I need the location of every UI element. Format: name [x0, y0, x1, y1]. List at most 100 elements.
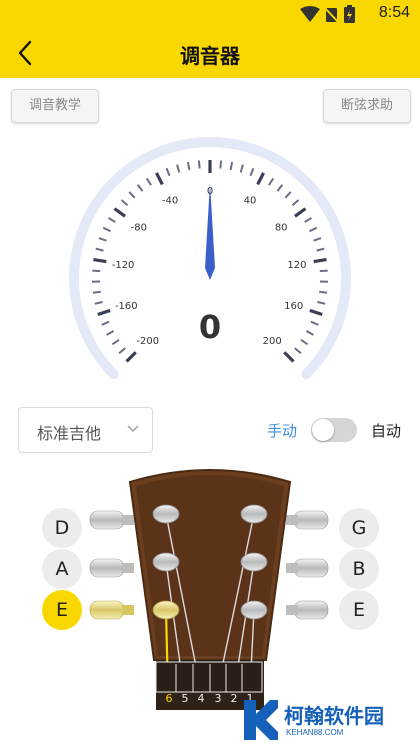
tuning-peg-d — [89, 510, 134, 530]
battery-icon — [344, 5, 355, 23]
gauge-minor-tick — [145, 177, 152, 186]
tuning-tutorial-button[interactable]: 调音教学 — [11, 89, 99, 123]
nut-number-4: 4 — [198, 692, 205, 705]
gauge-label: -160 — [115, 301, 138, 312]
gauge-minor-tick — [95, 247, 104, 252]
wifi-icon — [300, 6, 320, 22]
status-icons — [300, 5, 355, 24]
gauge-minor-tick — [107, 217, 116, 223]
watermark-url: KEHAN88.COM — [286, 728, 344, 737]
string-button-a[interactable]: A — [42, 549, 82, 589]
nut-number-6: 6 — [166, 692, 173, 705]
mode-auto-label[interactable]: 自动 — [371, 420, 401, 441]
gauge-minor-tick — [319, 269, 328, 273]
gauge-minor-tick — [165, 167, 171, 177]
gauge-minor-tick — [92, 290, 101, 294]
tuning-peg-a — [89, 558, 134, 578]
gauge-minor-tick — [310, 320, 319, 326]
tuning-peg-g — [286, 510, 329, 530]
gauge-major-tick — [283, 351, 295, 363]
gauge-minor-tick — [94, 301, 103, 305]
string-button-b[interactable]: B — [339, 549, 379, 589]
gauge-minor-tick — [316, 247, 325, 252]
gauge-minor-tick — [128, 191, 136, 199]
nut-number-2: 2 — [231, 692, 238, 705]
gauge-minor-tick — [317, 301, 326, 305]
toggle-knob — [312, 419, 334, 441]
gauge-label: 200 — [263, 336, 282, 347]
tuning-peg-b — [286, 558, 329, 578]
string-button-g[interactable]: G — [339, 508, 379, 548]
gauge-major-tick — [313, 257, 327, 264]
gauge-minor-tick — [120, 199, 129, 207]
gauge-major-tick — [93, 257, 107, 264]
auto-mode-toggle[interactable] — [311, 418, 357, 442]
gauge-minor-tick — [118, 347, 126, 354]
page-title: 调音器 — [180, 44, 240, 68]
mode-manual-label[interactable]: 手动 — [267, 420, 297, 441]
gauge-minor-tick — [111, 339, 120, 346]
gauge-label: 40 — [244, 196, 257, 207]
string-button-high-e[interactable]: E — [339, 590, 379, 630]
gauge-label: 120 — [287, 260, 306, 271]
broken-string-help-button[interactable]: 断弦求助 — [323, 89, 411, 123]
gauge-minor-tick — [239, 164, 244, 173]
chevron-down-icon — [127, 425, 139, 433]
tuning-select-value: 标准吉他 — [37, 424, 102, 443]
gauge-minor-tick — [304, 217, 313, 223]
gauge-label: -40 — [162, 196, 178, 207]
no-sim-icon — [323, 6, 340, 24]
gauge-minor-tick — [98, 237, 107, 242]
watermark-name: 柯翰软件园 — [284, 704, 384, 728]
gauge-minor-tick — [249, 167, 255, 177]
tuner-gauge: -200-160-120-80-4004080120160200 0 — [69, 137, 351, 380]
gauge-major-tick — [309, 308, 323, 316]
string-button-d[interactable]: D — [42, 508, 82, 548]
gauge-minor-tick — [219, 160, 223, 169]
gauge-minor-tick — [313, 237, 322, 242]
gauge-minor-tick — [309, 226, 318, 233]
gauge-label: 160 — [284, 301, 303, 312]
gauge-minor-tick — [300, 339, 309, 346]
gauge-minor-tick — [276, 184, 284, 192]
gauge-label: -80 — [131, 222, 147, 233]
nut-number-5: 5 — [182, 692, 189, 705]
guitar-headstock: 6 5 4 3 2 1 — [89, 469, 329, 710]
tuning-peg-low-e — [89, 600, 134, 620]
gauge-minor-tick — [106, 330, 115, 336]
status-bar: 8:54 — [0, 0, 420, 28]
gauge-minor-tick — [102, 226, 111, 233]
gauge-major-tick — [155, 172, 164, 186]
gauge-label: -120 — [112, 260, 135, 271]
tuner-needle — [205, 183, 215, 280]
gauge-major-tick — [97, 308, 111, 316]
gauge-minor-tick — [197, 160, 201, 169]
tuner-reading: 0 — [199, 308, 221, 346]
gauge-minor-tick — [319, 290, 328, 294]
gauge-major-tick — [125, 351, 137, 363]
nut-number-3: 3 — [215, 692, 222, 705]
gauge-minor-tick — [92, 269, 101, 273]
gauge-minor-tick — [101, 320, 110, 326]
status-time: 8:54 — [378, 4, 410, 21]
gauge-minor-tick — [186, 161, 191, 171]
gauge-label: -200 — [136, 336, 159, 347]
gauge-minor-tick — [294, 347, 302, 354]
gauge-major-tick — [256, 172, 265, 186]
gauge-label: 80 — [275, 222, 288, 233]
watermark: 柯翰软件园 KEHAN88.COM — [240, 698, 384, 746]
gauge-minor-tick — [268, 177, 275, 186]
gauge-minor-tick — [176, 164, 181, 173]
gauge-minor-tick — [284, 191, 292, 199]
gauge-major-tick — [294, 207, 307, 218]
gauge-minor-tick — [136, 184, 144, 192]
tuning-select[interactable]: 标准吉他 — [18, 407, 153, 453]
gauge-minor-tick — [229, 161, 234, 171]
string-button-low-e[interactable]: E — [42, 590, 82, 630]
guitar-nut — [155, 661, 263, 693]
tuning-peg-high-e — [286, 600, 329, 620]
app-bar: 调音器 — [0, 28, 420, 78]
gauge-minor-tick — [291, 199, 300, 207]
watermark-logo-icon — [244, 700, 278, 740]
gauge-minor-tick — [305, 330, 314, 336]
